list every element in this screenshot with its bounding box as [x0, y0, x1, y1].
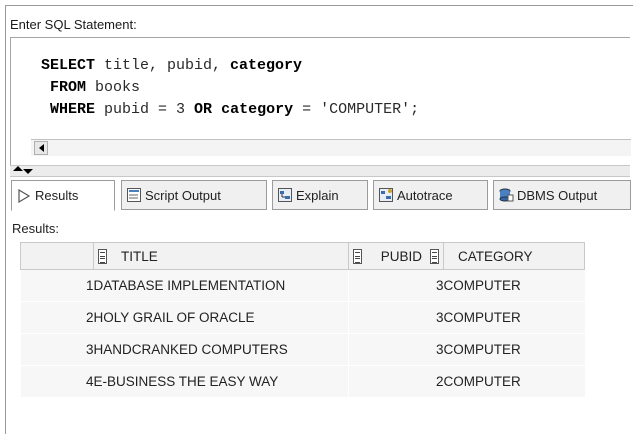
tab-script-output-label: Script Output — [145, 187, 221, 203]
row-number: 2 — [20, 301, 94, 334]
cell-title[interactable]: E-BUSINESS THE EASY WAY — [93, 365, 349, 398]
tab-results-label: Results — [35, 188, 79, 203]
tab-explain-label: Explain — [296, 187, 339, 203]
column-header-category-label: CATEGORY — [458, 248, 533, 264]
sql-line: SELECT title, pubid, category — [41, 55, 419, 77]
sql-line: WHERE pubid = 3 OR category = 'COMPUTER'… — [41, 99, 419, 121]
panel-splitter[interactable] — [10, 165, 630, 177]
cell-category[interactable]: COMPUTER — [443, 365, 585, 398]
sql-text: books — [86, 79, 141, 96]
sql-text: title, pubid, — [95, 57, 231, 74]
cell-pubid[interactable]: 3 — [348, 269, 444, 302]
cell-pubid[interactable]: 3 — [348, 333, 444, 366]
cell-title[interactable]: HOLY GRAIL OF ORACLE — [93, 301, 349, 334]
cell-title[interactable]: DATABASE IMPLEMENTATION — [93, 269, 349, 302]
column-header-title-label: TITLE — [121, 248, 158, 264]
sort-icon — [353, 248, 362, 264]
sql-text: pubid = 3 — [95, 101, 195, 118]
sql-keyword: OR — [194, 101, 213, 118]
column-header-pubid-label: PUBID — [380, 248, 422, 264]
cell-category[interactable]: COMPUTER — [443, 301, 585, 334]
sql-keyword: category — [230, 57, 303, 74]
sql-keyword: SELECT — [41, 57, 96, 74]
tab-script-output[interactable]: Script Output — [121, 180, 267, 210]
table-row[interactable]: 2 HOLY GRAIL OF ORACLE 3 COMPUTER — [20, 301, 585, 334]
sql-keyword: FROM — [41, 79, 87, 96]
script-output-icon — [127, 188, 141, 202]
results-header-row: TITLE PUBID CATEGORY — [20, 242, 585, 270]
tab-dbms-output-label: DBMS Output — [517, 187, 598, 203]
explain-icon — [278, 188, 292, 202]
table-row[interactable]: 3 HANDCRANKED COMPUTERS 3 COMPUTER — [20, 333, 585, 366]
table-row[interactable]: 1 DATABASE IMPLEMENTATION 3 COMPUTER — [20, 269, 585, 302]
cell-pubid[interactable]: 3 — [348, 301, 444, 334]
run-arrow-icon — [18, 188, 31, 203]
row-number: 1 — [20, 269, 94, 302]
editor-horizontal-scrollbar[interactable] — [31, 139, 631, 156]
tab-results[interactable]: Results — [11, 180, 115, 211]
collapse-down-icon[interactable] — [23, 169, 33, 174]
sql-text: = 'COMPUTER'; — [293, 101, 420, 118]
row-number: 3 — [20, 333, 94, 366]
results-label: Results: — [12, 221, 59, 236]
tab-autotrace[interactable]: Autotrace — [373, 180, 488, 210]
dbms-output-icon — [499, 188, 514, 202]
sql-keyword: category — [221, 101, 294, 118]
column-header-title[interactable]: TITLE — [93, 242, 349, 270]
collapse-up-icon[interactable] — [13, 166, 23, 171]
column-header-pubid[interactable]: PUBID — [348, 242, 444, 270]
cell-category[interactable]: COMPUTER — [443, 269, 585, 302]
sql-keyword: WHERE — [41, 101, 96, 118]
cell-pubid[interactable]: 2 — [348, 365, 444, 398]
autotrace-icon — [379, 188, 393, 202]
row-number: 4 — [20, 365, 94, 398]
tab-explain[interactable]: Explain — [272, 180, 368, 210]
cell-category[interactable]: COMPUTER — [443, 333, 585, 366]
cell-title[interactable]: HANDCRANKED COMPUTERS — [93, 333, 349, 366]
output-tabs: Results Script Output Explain Autotrace … — [11, 180, 631, 212]
table-row[interactable]: 4 E-BUSINESS THE EASY WAY 2 COMPUTER — [20, 365, 585, 398]
sql-statement-label: Enter SQL Statement: — [10, 17, 137, 32]
row-number-header — [20, 242, 94, 270]
tab-autotrace-label: Autotrace — [397, 187, 453, 203]
tab-dbms-output[interactable]: DBMS Output — [493, 180, 631, 210]
sort-icon — [98, 248, 107, 264]
results-grid: TITLE PUBID CATEGORY 1 DATABASE IMPLEMENT… — [20, 242, 585, 398]
column-header-category[interactable]: CATEGORY — [443, 242, 585, 270]
sort-icon — [430, 248, 439, 264]
sql-code[interactable]: SELECT title, pubid, category FROM books… — [41, 55, 419, 121]
sql-line: FROM books — [41, 77, 419, 99]
sql-editor[interactable]: SELECT title, pubid, category FROM books… — [10, 37, 631, 177]
scroll-left-button[interactable] — [34, 141, 48, 155]
